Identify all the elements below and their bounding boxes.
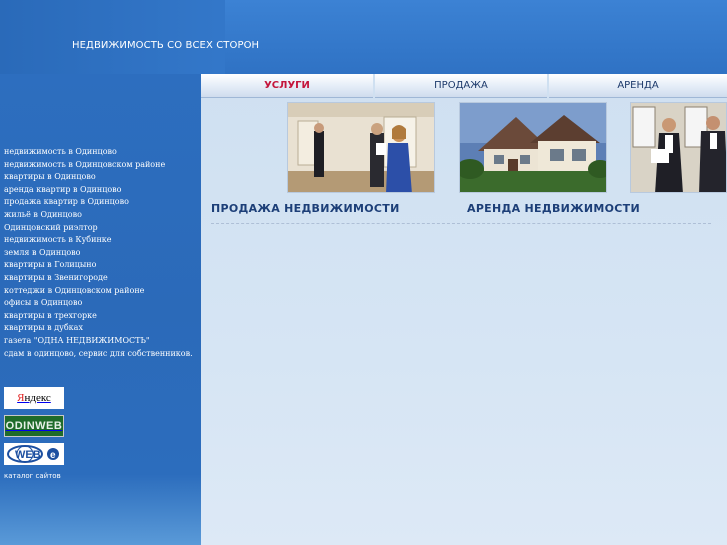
sidebar-link[interactable]: земля в Одинцово <box>4 247 193 260</box>
odinweb-badge-label: ODINWEB <box>5 420 63 432</box>
sidebar-link[interactable]: недвижимость в Одинцовском районе <box>4 159 193 172</box>
webe-badge[interactable]: WEB e <box>4 443 64 465</box>
divider <box>211 223 711 224</box>
office-photo[interactable] <box>630 102 727 193</box>
sales-heading[interactable]: ПРОДАЖА НЕДВИЖИМОСТИ <box>211 202 400 215</box>
sales-photo[interactable] <box>287 102 435 193</box>
sidebar-link[interactable]: квартиры в трехгорке <box>4 310 193 323</box>
sidebar-link[interactable]: офисы в Одинцово <box>4 297 193 310</box>
sidebar-link[interactable]: квартиры в Звенигороде <box>4 272 193 285</box>
sidebar-link[interactable]: коттеджи в Одинцовском районе <box>4 285 193 298</box>
header: НЕДВИЖИМОСТЬ СО ВСЕХ СТОРОН <box>0 0 727 74</box>
office-photo-image <box>631 103 726 192</box>
site-title: НЕДВИЖИМОСТЬ СО ВСЕХ СТОРОН <box>72 40 260 51</box>
sidebar-link[interactable]: недвижимость в Одинцово <box>4 146 193 159</box>
catalog-link[interactable]: каталог сайтов <box>4 472 61 480</box>
webe-logo-icon: WEB e <box>7 445 59 463</box>
main-content: УСЛУГИ ПРОДАЖА АРЕНДА ПРОДАЖА НЕДВИЖИМОС… <box>201 74 727 545</box>
sidebar-link[interactable]: Одинцовский риэлтор <box>4 222 193 235</box>
rent-photo-image <box>460 103 606 192</box>
yandex-badge-label: Яндекс <box>17 392 51 404</box>
svg-text:WEB: WEB <box>15 449 41 461</box>
sidebar-links: недвижимость в Одинцово недвижимость в О… <box>4 146 193 360</box>
sidebar-link[interactable]: квартиры в Голицыно <box>4 259 193 272</box>
sales-photo-image <box>288 103 434 192</box>
sidebar: недвижимость в Одинцово недвижимость в О… <box>0 74 201 545</box>
tab-sales[interactable]: ПРОДАЖА <box>375 74 547 98</box>
tab-bar: УСЛУГИ ПРОДАЖА АРЕНДА <box>201 74 727 99</box>
sidebar-link[interactable]: квартиры в Одинцово <box>4 171 193 184</box>
photo-strip <box>201 102 727 194</box>
sidebar-link[interactable]: аренда квартир в Одинцово <box>4 184 193 197</box>
sidebar-link[interactable]: квартиры в дубках <box>4 322 193 335</box>
tab-services[interactable]: УСЛУГИ <box>201 74 373 98</box>
sidebar-link[interactable]: газета "ОДНА НЕДВИЖИМОСТЬ" <box>4 335 193 348</box>
svg-text:e: e <box>50 450 56 461</box>
tab-rent[interactable]: АРЕНДА <box>549 74 727 98</box>
rent-photo[interactable] <box>459 102 607 193</box>
sidebar-link[interactable]: сдам в одинцово, сервис для собственнико… <box>4 348 193 361</box>
sidebar-link[interactable]: жильё в Одинцово <box>4 209 193 222</box>
sidebar-link[interactable]: продажа квартир в Одинцово <box>4 196 193 209</box>
odinweb-badge[interactable]: ODINWEB <box>4 415 64 437</box>
sidebar-link[interactable]: недвижимость в Кубинке <box>4 234 193 247</box>
rent-heading[interactable]: АРЕНДА НЕДВИЖИМОСТИ <box>467 202 640 215</box>
yandex-badge[interactable]: Яндекс <box>4 387 64 409</box>
header-glow <box>225 0 727 74</box>
